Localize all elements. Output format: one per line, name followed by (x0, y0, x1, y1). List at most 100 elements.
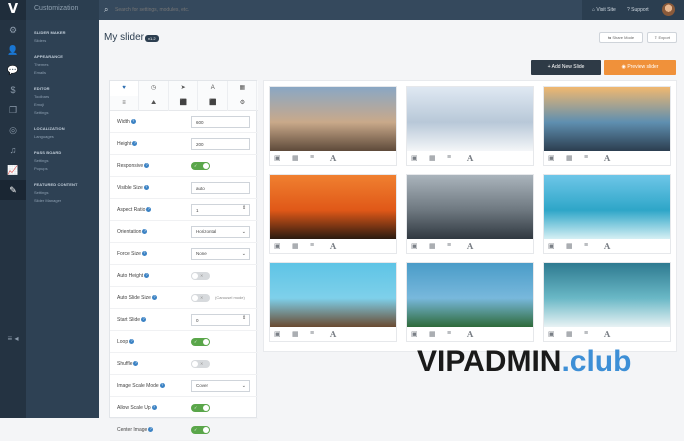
auto-height-toggle[interactable]: ✕ (191, 272, 210, 280)
avatar[interactable] (662, 3, 675, 16)
slide-image-sunset-tree[interactable] (270, 175, 396, 239)
share-mode-button[interactable]: ⇆ Share Mode (599, 32, 643, 43)
slide-image-waves[interactable] (544, 263, 670, 327)
grid-icon[interactable]: ▦ (292, 330, 299, 338)
list-icon[interactable]: ≡ (584, 330, 588, 337)
list-icon[interactable]: ≡ (310, 242, 314, 249)
slide-card[interactable]: ▣ ▦ ≡ A (543, 262, 671, 342)
help-icon[interactable]: ? (132, 141, 138, 147)
visible-size-input[interactable] (191, 182, 250, 194)
text-icon[interactable]: A (330, 329, 336, 339)
image-icon[interactable]: ▣ (548, 242, 555, 250)
image-icon[interactable]: ▣ (274, 154, 281, 162)
help-icon[interactable]: ? (144, 273, 150, 279)
tab-gear-icon[interactable]: ⚙ (228, 96, 258, 111)
settings-gears-icon[interactable]: ⚙ (0, 20, 26, 40)
help-icon[interactable]: ? (146, 207, 152, 213)
help-icon[interactable]: ? (141, 317, 147, 323)
search-input[interactable] (115, 4, 415, 16)
image-icon[interactable]: ▣ (548, 154, 555, 162)
center-image-toggle[interactable]: ✓ (191, 426, 210, 434)
responsive-toggle[interactable]: ✓ (191, 162, 210, 170)
grid-icon[interactable]: ▦ (292, 154, 299, 162)
slide-image-sea-rocks[interactable] (544, 87, 670, 151)
slide-image-cloudy-sea[interactable] (407, 175, 533, 239)
text-icon[interactable]: A (467, 329, 473, 339)
height-input[interactable] (191, 138, 250, 150)
image-icon[interactable]: ▣ (411, 330, 418, 338)
comments-icon[interactable]: 💬 (0, 60, 26, 80)
list-icon[interactable]: ≡ (584, 242, 588, 249)
tab-clock-icon[interactable]: ◷ (140, 81, 169, 96)
submenu-item[interactable]: Sliders (34, 38, 66, 43)
visit-site-link[interactable]: ⌂ Visit Site (592, 7, 616, 13)
collapse-icon[interactable]: ≡ ◂ (0, 334, 26, 343)
music-icon[interactable]: ♫ (0, 140, 26, 160)
lifebuoy-icon[interactable]: ◎ (0, 120, 26, 140)
help-icon[interactable]: ? (130, 119, 136, 125)
slide-card[interactable]: ▣ ▦ ≡ A (406, 262, 534, 342)
tab-list-icon[interactable]: ≡ (110, 96, 139, 111)
shuffle-toggle[interactable]: ✕ (191, 360, 210, 368)
image-icon[interactable]: ▣ (411, 154, 418, 162)
slide-image-temple[interactable] (270, 263, 396, 327)
help-icon[interactable]: ? (151, 295, 157, 301)
help-icon[interactable]: ? (148, 427, 154, 433)
submenu-item[interactable]: Popups (34, 166, 61, 171)
submenu-item[interactable]: Settings (34, 190, 78, 195)
submenu-item[interactable]: Toolbars (34, 94, 50, 99)
grid-icon[interactable]: ▦ (292, 242, 299, 250)
submenu-item[interactable]: Settings (34, 110, 50, 115)
tab-square-icon[interactable]: ⬛ (199, 96, 228, 111)
submenu-item[interactable]: Themes (34, 62, 63, 67)
help-icon[interactable]: ? (159, 383, 165, 389)
search-box[interactable]: ⌕ (99, 0, 582, 20)
allow-scale-up-toggle[interactable]: ✓ (191, 404, 210, 412)
grid-icon[interactable]: ▦ (566, 154, 573, 162)
stepper-icon[interactable]: ⇕ (242, 315, 246, 321)
list-icon[interactable]: ≡ (310, 330, 314, 337)
grid-icon[interactable]: ▦ (566, 330, 573, 338)
help-icon[interactable]: ? (133, 361, 139, 367)
slide-card[interactable]: ▣ ▦ ≡ A (269, 174, 397, 254)
text-icon[interactable]: A (467, 153, 473, 163)
image-icon[interactable]: ▣ (548, 330, 555, 338)
slide-card[interactable]: ▣ ▦ ≡ A (543, 86, 671, 166)
help-icon[interactable]: ? (151, 405, 157, 411)
list-icon[interactable]: ≡ (447, 242, 451, 249)
grid-icon[interactable]: ▦ (429, 330, 436, 338)
loop-toggle[interactable]: ✓ (191, 338, 210, 346)
grid-icon[interactable]: ▦ (429, 242, 436, 250)
width-input[interactable] (191, 116, 250, 128)
image-icon[interactable]: ▣ (274, 242, 281, 250)
support-link[interactable]: ? Support (627, 7, 649, 13)
stepper-icon[interactable]: ⇕ (242, 205, 246, 211)
list-icon[interactable]: ≡ (447, 154, 451, 161)
help-icon[interactable]: ? (129, 339, 135, 345)
help-icon[interactable]: ? (143, 185, 149, 191)
slide-card[interactable]: ▣ ▦ ≡ A (269, 86, 397, 166)
preview-slider-button[interactable]: ◉ Preview slider (604, 60, 676, 75)
text-icon[interactable]: A (604, 153, 610, 163)
text-icon[interactable]: A (330, 241, 336, 251)
help-icon[interactable]: ? (142, 229, 148, 235)
tab-grid-icon[interactable]: ▦ (228, 81, 258, 96)
text-icon[interactable]: A (330, 153, 336, 163)
logo[interactable]: V (0, 0, 26, 20)
tab-arrow-icon[interactable]: ➤ (169, 81, 199, 96)
text-icon[interactable]: A (604, 241, 610, 251)
grid-icon[interactable]: ▦ (566, 242, 573, 250)
submenu-item[interactable]: Languages (34, 134, 65, 139)
slide-image-tropical-island[interactable] (544, 175, 670, 239)
orientation-select[interactable]: Horizontal ⌄ (191, 226, 250, 238)
image-icon[interactable]: ▣ (274, 330, 281, 338)
submenu-item[interactable]: Emoji (34, 102, 50, 107)
submenu-item[interactable]: Slider Manager (34, 198, 78, 203)
list-icon[interactable]: ≡ (447, 330, 451, 337)
image-scale-mode-select[interactable]: Cover ⌄ (191, 380, 250, 392)
slide-image-car-city[interactable] (407, 87, 533, 151)
tab-image-icon[interactable]: ⛰ (140, 96, 169, 111)
tab-text-icon[interactable]: A (199, 81, 228, 96)
help-icon[interactable]: ? (144, 163, 150, 169)
image-icon[interactable]: ▣ (411, 242, 418, 250)
